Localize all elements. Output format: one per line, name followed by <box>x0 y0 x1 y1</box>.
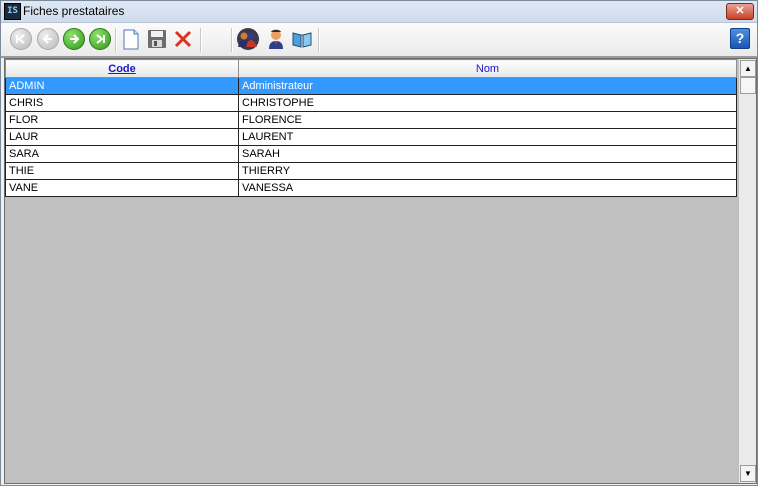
last-record-button[interactable] <box>88 27 112 51</box>
table-row[interactable]: VANE VANESSA <box>5 179 737 197</box>
cell-nom[interactable]: Administrateur <box>238 77 737 95</box>
toolbar-separator <box>200 28 202 52</box>
previous-icon <box>37 28 59 50</box>
vertical-scrollbar[interactable]: ▲ ▼ <box>738 59 756 483</box>
cell-nom[interactable]: SARAH <box>238 145 737 163</box>
cell-nom[interactable]: LAURENT <box>238 128 737 146</box>
app-window: IS Fiches prestataires ✕ ? Code Nom ADMI… <box>0 0 758 486</box>
users-group-button[interactable] <box>236 27 260 51</box>
cell-code[interactable]: LAUR <box>5 128 239 146</box>
help-button[interactable]: ? <box>730 28 750 49</box>
next-record-button[interactable] <box>62 27 86 51</box>
last-record-icon <box>89 28 111 50</box>
toolbar: ? <box>1 23 757 58</box>
table-header-row: Code Nom <box>5 59 737 78</box>
data-grid: Code Nom ADMIN Administrateur CHRIS CHRI… <box>4 58 757 484</box>
book-icon <box>292 32 312 48</box>
save-button[interactable] <box>145 27 169 51</box>
next-icon <box>63 28 85 50</box>
cell-nom[interactable]: THIERRY <box>238 162 737 180</box>
scroll-down-icon[interactable]: ▼ <box>740 465 756 482</box>
cell-nom[interactable]: FLORENCE <box>238 111 737 129</box>
column-header-nom[interactable]: Nom <box>238 59 737 78</box>
delete-icon <box>174 30 192 48</box>
cell-nom[interactable]: VANESSA <box>238 179 737 197</box>
app-logo-icon: IS <box>4 3 21 20</box>
new-record-button[interactable] <box>119 27 143 51</box>
cell-code[interactable]: THIE <box>5 162 239 180</box>
new-document-icon <box>123 29 139 49</box>
cell-nom[interactable]: CHRISTOPHE <box>238 94 737 112</box>
scroll-up-icon[interactable]: ▲ <box>740 60 756 77</box>
save-icon <box>148 30 166 48</box>
scrollbar-thumb[interactable] <box>740 77 756 94</box>
users-group-icon <box>237 28 259 50</box>
table-row[interactable]: CHRIS CHRISTOPHE <box>5 94 737 112</box>
table-row[interactable]: FLOR FLORENCE <box>5 111 737 129</box>
window-title: Fiches prestataires <box>23 4 125 18</box>
user-icon <box>269 29 283 49</box>
cell-code[interactable]: VANE <box>5 179 239 197</box>
prestataires-table: Code Nom ADMIN Administrateur CHRIS CHRI… <box>5 59 737 197</box>
first-record-icon <box>10 28 32 50</box>
table-row[interactable]: THIE THIERRY <box>5 162 737 180</box>
cell-code[interactable]: ADMIN <box>5 77 239 95</box>
cell-code[interactable]: FLOR <box>5 111 239 129</box>
cell-code[interactable]: SARA <box>5 145 239 163</box>
title-bar: IS Fiches prestataires ✕ <box>1 1 757 23</box>
close-button[interactable]: ✕ <box>726 3 754 20</box>
delete-button[interactable] <box>171 27 195 51</box>
table-row[interactable]: ADMIN Administrateur <box>5 77 737 95</box>
book-button[interactable] <box>290 27 314 51</box>
toolbar-separator <box>115 28 117 52</box>
table-row[interactable]: LAUR LAURENT <box>5 128 737 146</box>
column-header-code[interactable]: Code <box>5 59 239 78</box>
toolbar-separator <box>318 28 320 52</box>
toolbar-separator <box>231 28 233 52</box>
first-record-button[interactable] <box>9 27 33 51</box>
table-row[interactable]: SARA SARAH <box>5 145 737 163</box>
cell-code[interactable]: CHRIS <box>5 94 239 112</box>
previous-record-button[interactable] <box>36 27 60 51</box>
user-card-button[interactable] <box>264 27 288 51</box>
